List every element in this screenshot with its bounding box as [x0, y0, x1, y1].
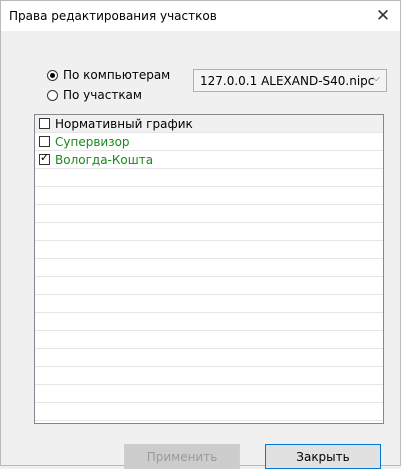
empty-row	[35, 259, 383, 277]
checkbox[interactable]: ✓	[39, 151, 50, 165]
empty-row	[35, 241, 383, 259]
list-item-label: Супервизор	[55, 134, 130, 149]
radio-unselected-icon	[47, 89, 58, 101]
empty-row	[35, 205, 383, 223]
radio-by-sections[interactable]: По участкам	[47, 88, 142, 102]
dialog-window: Права редактирования участков ✕ По компь…	[0, 0, 401, 469]
list-item[interactable]: Нормативный график	[35, 115, 383, 133]
empty-row	[35, 277, 383, 295]
radio-label: По участкам	[63, 88, 142, 102]
title-bar: Права редактирования участков ✕	[1, 1, 400, 31]
close-button[interactable]: Закрыть	[265, 444, 381, 469]
empty-row	[35, 187, 383, 205]
checkbox[interactable]	[39, 136, 50, 147]
empty-row	[35, 403, 383, 421]
chevron-down-icon: ⌵	[372, 73, 380, 84]
empty-row	[35, 367, 383, 385]
empty-row	[35, 313, 383, 331]
empty-row	[35, 295, 383, 313]
empty-row	[35, 169, 383, 187]
radio-by-computers[interactable]: По компьютерам	[47, 68, 170, 82]
empty-row	[35, 331, 383, 349]
radio-label: По компьютерам	[63, 68, 171, 82]
sections-listbox[interactable]: Нормативный график Супервизор ✓ Вологда-…	[34, 114, 384, 424]
check-icon: ✓	[40, 151, 50, 164]
apply-button[interactable]: Применить	[124, 444, 240, 469]
empty-row	[35, 223, 383, 241]
list-item[interactable]: ✓ Вологда-Кошта	[35, 151, 383, 169]
radio-selected-icon	[47, 69, 58, 81]
window-title: Права редактирования участков	[9, 9, 217, 23]
empty-row	[35, 349, 383, 367]
checkbox[interactable]	[39, 118, 50, 129]
list-item-label: Нормативный график	[55, 116, 193, 131]
computer-select-value: 127.0.0.1 ALEXAND-S40.nipc	[200, 74, 375, 88]
computer-select[interactable]: 127.0.0.1 ALEXAND-S40.nipc ⌵	[193, 69, 387, 92]
list-item[interactable]: Супервизор	[35, 133, 383, 151]
list-item-label: Вологда-Кошта	[55, 152, 154, 167]
close-icon[interactable]: ✕	[370, 3, 396, 29]
empty-row	[35, 385, 383, 403]
